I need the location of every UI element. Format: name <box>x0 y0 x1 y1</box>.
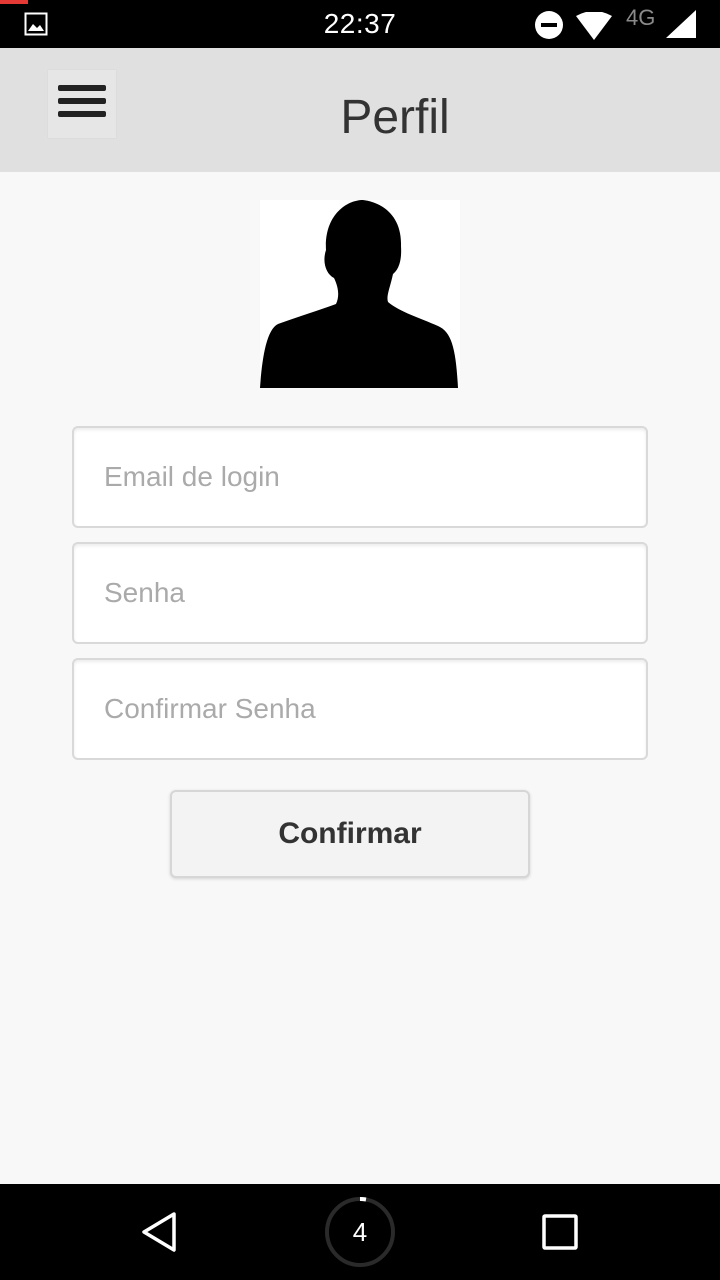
signal-icon <box>666 10 696 38</box>
notification-accent <box>0 0 28 4</box>
wifi-icon <box>576 12 612 40</box>
avatar[interactable] <box>260 200 460 388</box>
status-bar: 22:37 4G <box>0 0 720 48</box>
page-title: Perfil <box>340 91 450 144</box>
password-field[interactable] <box>72 542 648 644</box>
app-header: Perfil <box>0 48 720 172</box>
confirm-password-field[interactable] <box>72 658 648 760</box>
navigation-bar: 4 <box>0 1184 720 1280</box>
home-button[interactable]: 4 <box>324 1196 396 1268</box>
status-time: 22:37 <box>323 8 397 39</box>
network-type: 4G <box>626 5 656 30</box>
back-icon[interactable] <box>138 1210 182 1254</box>
confirm-button[interactable]: Confirmar <box>170 790 530 878</box>
home-badge: 4 <box>352 1217 368 1247</box>
recents-icon[interactable] <box>542 1214 578 1250</box>
do-not-disturb-icon <box>535 11 563 39</box>
email-field[interactable] <box>72 426 648 528</box>
